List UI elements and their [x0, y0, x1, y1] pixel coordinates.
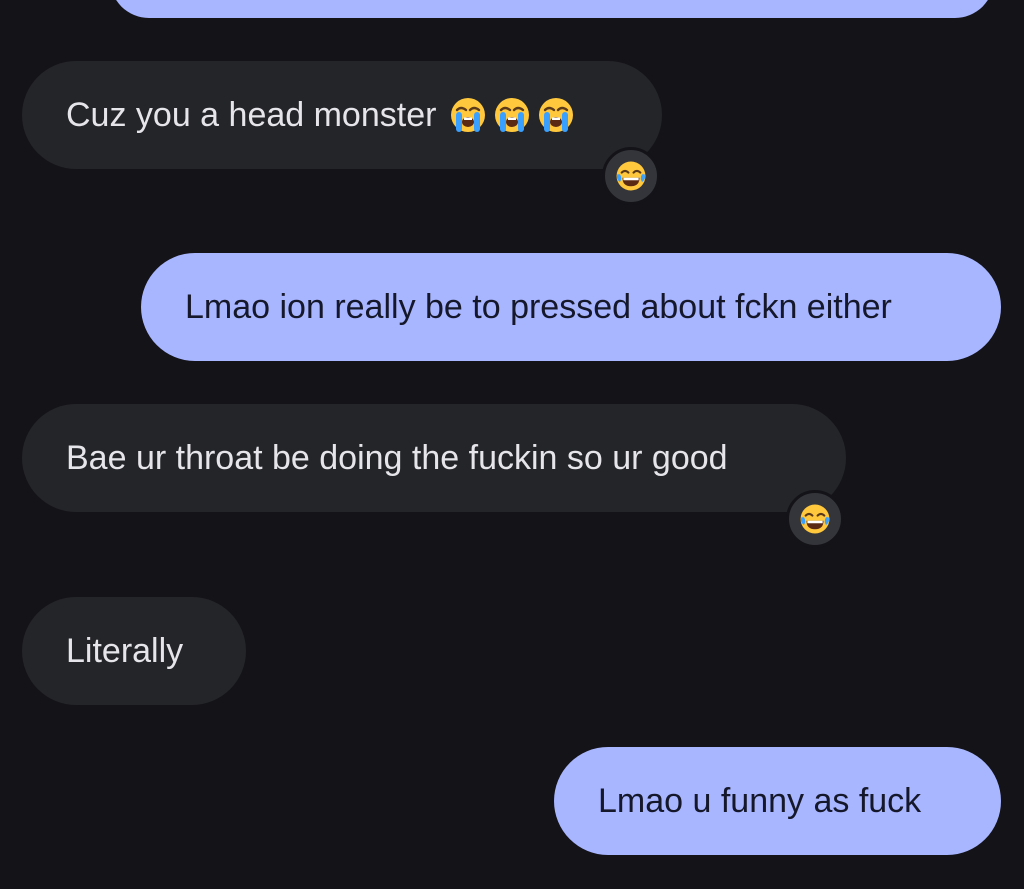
message-text: Cuz you a head monster	[66, 96, 437, 134]
message-bubble-incoming[interactable]: Bae ur throat be doing the fuckin so ur …	[22, 404, 846, 512]
message-bubble-incoming[interactable]: Literally	[22, 597, 246, 705]
face-with-tears-of-joy-icon	[798, 502, 832, 536]
emoji-group	[448, 95, 576, 135]
reaction-chip[interactable]	[602, 147, 660, 205]
message-text: Literally	[66, 632, 184, 670]
message-text: Lmao ion really be to pressed about fckn…	[185, 288, 892, 326]
message-bubble-outgoing-partial[interactable]	[110, 0, 994, 18]
message-bubble-incoming[interactable]: Cuz you a head monster	[22, 61, 662, 169]
message-text: Lmao u funny as fuck	[598, 782, 922, 820]
face-with-tears-of-joy-icon	[614, 159, 648, 193]
loudly-crying-face-icon	[492, 95, 532, 135]
loudly-crying-face-icon	[536, 95, 576, 135]
message-bubble-outgoing[interactable]: Lmao ion really be to pressed about fckn…	[141, 253, 1001, 361]
message-bubble-outgoing[interactable]: Lmao u funny as fuck	[554, 747, 1001, 855]
loudly-crying-face-icon	[448, 95, 488, 135]
message-text: Bae ur throat be doing the fuckin so ur …	[66, 439, 728, 477]
reaction-chip[interactable]	[786, 490, 844, 548]
